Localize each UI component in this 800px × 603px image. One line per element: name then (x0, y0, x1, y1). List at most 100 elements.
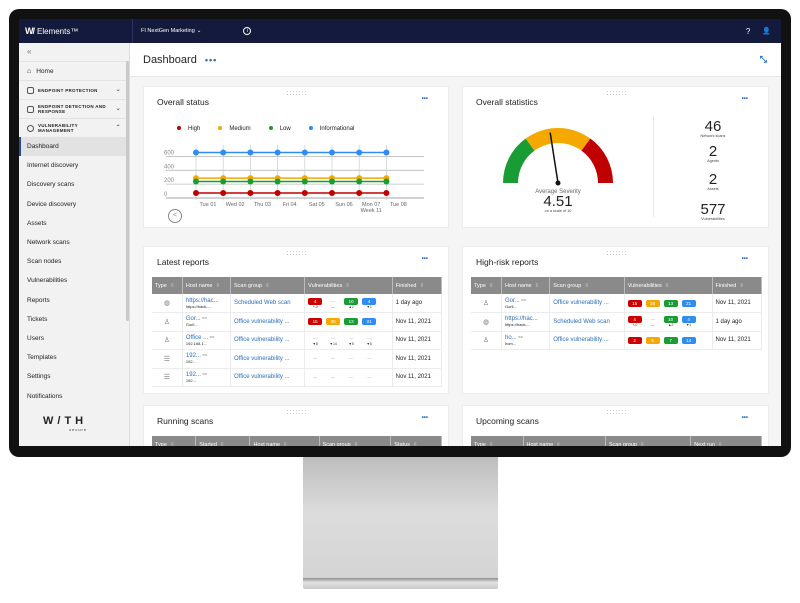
sort-icon[interactable]: ⇳ (170, 283, 175, 289)
sidebar-group-vulnerability-management[interactable]: VULNERABILITY MANAGEMENT ⌃ (19, 118, 129, 137)
host-link[interactable]: Office ... (186, 335, 208, 341)
table-row[interactable]: ◍ https://hac... https://hack-... Schedul… (471, 312, 762, 332)
scan-group-link[interactable]: Office vulnerability ... (234, 319, 290, 325)
sidebar-item-users[interactable]: Users (19, 329, 129, 348)
page-more-button[interactable]: ••• (205, 55, 217, 65)
sidebar-group-edr[interactable]: ENDPOINT DETECTION AND RESPONSE ⌄ (19, 99, 129, 118)
data-point-informational[interactable] (301, 149, 308, 156)
host-link[interactable]: https://hac... (186, 298, 219, 304)
sort-icon[interactable]: ⇳ (216, 283, 221, 289)
sidebar-item-templates[interactable]: Templates (19, 348, 129, 367)
sort-icon[interactable]: ⇳ (665, 283, 670, 289)
drag-handle[interactable] (286, 409, 306, 415)
table-row[interactable]: ♙ Gor... ⚯ Goril... Office vulnerability … (152, 312, 443, 332)
column-header-scan-group[interactable]: Scan group ⇳ (319, 436, 392, 447)
sort-icon[interactable]: ⇳ (283, 442, 288, 447)
brand[interactable]: W/ Elements™ (19, 19, 133, 43)
sort-icon[interactable]: ⇳ (170, 442, 175, 447)
sidebar-item-device-discovery[interactable]: Device discovery (19, 195, 129, 214)
column-header-host-name[interactable]: Host name ⇳ (523, 436, 606, 447)
sidebar-item-network-scans[interactable]: Network scans (19, 233, 129, 252)
sidebar-item-vulnerabilities[interactable]: Vulnerabilities (19, 271, 129, 290)
sort-icon[interactable]: ⇳ (345, 283, 350, 289)
data-point-low[interactable] (220, 178, 227, 185)
help-icon[interactable]: ? (746, 27, 750, 36)
data-point-high[interactable] (301, 189, 308, 196)
sort-icon[interactable]: ⇳ (535, 283, 540, 289)
drag-handle[interactable] (605, 90, 626, 96)
drag-handle[interactable] (286, 250, 306, 256)
sort-icon[interactable]: ⇳ (489, 442, 494, 447)
sort-icon[interactable]: ⇳ (739, 283, 744, 289)
column-header-finished[interactable]: Finished ⇳ (712, 277, 762, 294)
card-more-button[interactable]: ••• (422, 415, 428, 421)
column-header-started[interactable]: Started ⇳ (195, 436, 251, 447)
scan-group-link[interactable]: Office vulnerability ... (553, 300, 609, 306)
sidebar-group-endpoint-protection[interactable]: ENDPOINT PROTECTION ⌄ (19, 80, 129, 99)
sidebar-item-scan-nodes[interactable]: Scan nodes (19, 252, 129, 271)
data-point-informational[interactable] (356, 149, 363, 156)
sidebar-item-discovery-scans[interactable]: Discovery scans (19, 175, 129, 194)
sidebar-item-assets[interactable]: Assets (19, 214, 129, 233)
info-icon[interactable]: i (243, 27, 252, 35)
data-point-high[interactable] (383, 189, 390, 196)
card-more-button[interactable]: ••• (742, 96, 748, 102)
card-more-button[interactable]: ••• (422, 96, 428, 102)
sort-icon[interactable]: ⇳ (354, 442, 359, 447)
scan-group-link[interactable]: Scheduled Web scan (553, 319, 610, 325)
data-point-informational[interactable] (274, 149, 281, 156)
sidebar-item-reports[interactable]: Reports (19, 291, 129, 310)
column-header-vulnerabilities[interactable]: Vulnerabilities ⇳ (624, 277, 713, 294)
column-header-scan-group[interactable]: Scan group ⇳ (230, 277, 306, 294)
data-point-low[interactable] (301, 178, 308, 185)
card-more-button[interactable]: ••• (422, 256, 428, 262)
table-row[interactable]: ☰ 192... ⚯ 192... Office vulnerability ..… (152, 349, 443, 369)
column-header-scan-group[interactable]: Scan group ⇳ (549, 277, 625, 294)
org-selector[interactable]: FI NextGen Marketing ⌄ i (133, 19, 253, 43)
scan-group-link[interactable]: Office vulnerability ... (234, 356, 290, 362)
column-header-finished[interactable]: Finished ⇳ (392, 277, 443, 294)
table-row[interactable]: ◍ https://hac... https://hack-... Schedul… (152, 294, 443, 313)
collapse-sidebar-icon[interactable]: « (19, 43, 129, 61)
column-header-host-name[interactable]: Host name ⇳ (501, 277, 551, 294)
column-header-host-name[interactable]: Host name ⇳ (249, 436, 320, 447)
table-row[interactable]: ☰ 192... ⚯ 192... Office vulnerability ..… (152, 368, 443, 387)
data-point-informational[interactable] (247, 149, 254, 156)
scan-group-link[interactable]: Office vulnerability ... (553, 337, 609, 343)
sort-icon[interactable]: ⇳ (413, 442, 418, 447)
sort-icon[interactable]: ⇳ (640, 442, 645, 447)
data-point-high[interactable] (329, 189, 335, 196)
sidebar-item-tickets[interactable]: Tickets (19, 310, 129, 329)
data-point-high[interactable] (247, 189, 254, 196)
sidebar-item-home[interactable]: ⌂ Home (19, 61, 129, 80)
host-link[interactable]: ho... (505, 335, 517, 341)
sidebar-item-notifications[interactable]: Notifications (19, 386, 129, 405)
data-point-low[interactable] (274, 178, 281, 185)
data-point-high[interactable] (356, 189, 363, 196)
sort-icon[interactable]: ⇳ (718, 442, 723, 447)
data-point-informational[interactable] (383, 149, 390, 156)
host-link[interactable]: Gor... (505, 298, 520, 304)
sort-icon[interactable]: ⇳ (419, 283, 424, 289)
table-row[interactable]: ♙ Office ... ⚯ 192.168.1... Office vulner… (152, 331, 443, 350)
column-header-type[interactable]: Type ⇳ (471, 277, 502, 294)
data-point-low[interactable] (193, 178, 199, 185)
data-point-high[interactable] (220, 189, 227, 196)
column-header-type[interactable]: Type ⇳ (471, 436, 524, 447)
column-header-vulnerabilities[interactable]: Vulnerabilities ⇳ (304, 277, 393, 294)
scan-group-link[interactable]: Scheduled Web scan (234, 300, 291, 306)
column-header-next-run[interactable]: Next run ⇳ (690, 436, 762, 447)
host-link[interactable]: 192... (186, 372, 201, 378)
scan-group-link[interactable]: Office vulnerability ... (234, 374, 290, 380)
drag-handle[interactable] (286, 90, 306, 96)
column-header-status[interactable]: Status ⇳ (390, 436, 442, 447)
sort-icon[interactable]: ⇳ (556, 442, 561, 447)
data-point-high[interactable] (193, 189, 199, 196)
table-row[interactable]: ♙ ho... ⚯ hom... Office vulnerability ...… (471, 331, 762, 350)
column-header-type[interactable]: Type ⇳ (152, 277, 183, 294)
user-icon[interactable]: 👤 (762, 27, 771, 36)
sort-icon[interactable]: ⇳ (584, 283, 589, 289)
sort-icon[interactable]: ⇳ (220, 442, 225, 447)
sidebar-scrollbar[interactable] (126, 61, 129, 321)
column-header-type[interactable]: Type ⇳ (152, 436, 197, 447)
